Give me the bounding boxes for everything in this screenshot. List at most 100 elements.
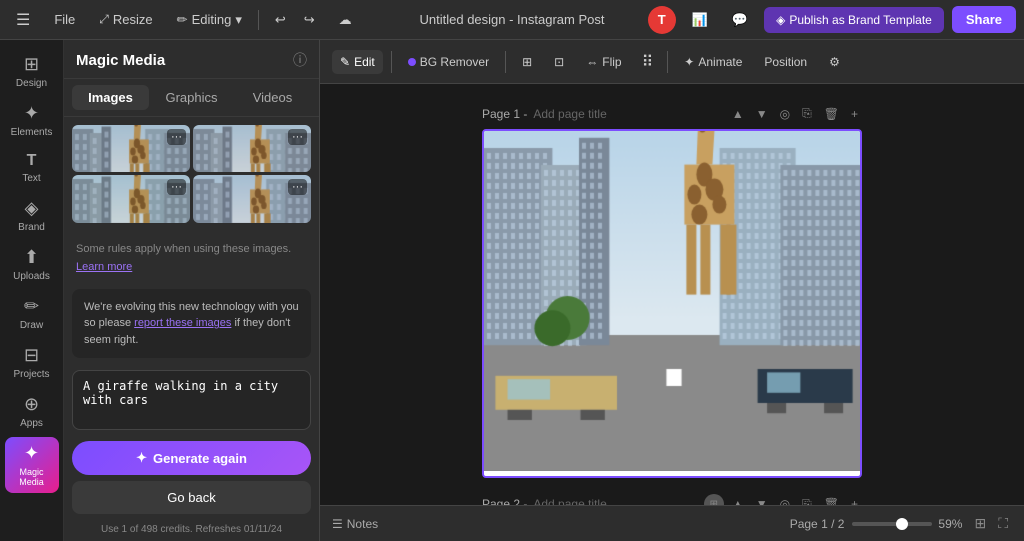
report-link[interactable]: report these images bbox=[134, 317, 231, 329]
page-2-copy-btn[interactable]: ⎘ bbox=[798, 494, 816, 505]
sidebar-item-draw[interactable]: ✏ Draw bbox=[5, 290, 59, 337]
flip-icon: ⇔ bbox=[586, 55, 598, 69]
sidebar-label-projects: Projects bbox=[13, 369, 49, 380]
doc-title-area: Untitled design - Instagram Post bbox=[420, 12, 605, 27]
sidebar-item-projects[interactable]: ⊟ Projects bbox=[5, 339, 59, 386]
comments-button[interactable]: 💬 bbox=[724, 8, 756, 32]
position-button[interactable]: Position bbox=[756, 50, 815, 74]
page-2-icon-btn[interactable]: ⊞ bbox=[704, 494, 724, 505]
design-icon: ⊞ bbox=[24, 54, 39, 75]
publish-button[interactable]: ◈ Publish as Brand Template bbox=[764, 7, 944, 33]
image-options-3[interactable]: ··· bbox=[167, 179, 186, 195]
page-1-add-btn[interactable]: + bbox=[847, 104, 862, 123]
canvas-area: ✎ Edit BG Remover ⊞ ⊡ ⇔ Flip ⠿ ✦ Animate bbox=[320, 40, 1024, 541]
text-icon: T bbox=[27, 152, 37, 170]
toolbar-sep-2 bbox=[505, 51, 506, 73]
main-layout: ⊞ Design ✦ Elements T Text ◈ Brand ⬆ Upl… bbox=[0, 40, 1024, 541]
image-cell-1[interactable]: ··· bbox=[72, 125, 190, 172]
bg-remover-button[interactable]: BG Remover bbox=[400, 50, 497, 74]
draw-icon: ✏ bbox=[24, 296, 39, 317]
page-1-view-btn[interactable]: ◎ bbox=[776, 104, 794, 123]
sidebar-label-magic-media: Magic Media bbox=[9, 467, 55, 487]
view-buttons: ⊞ ⛶ bbox=[970, 513, 1012, 534]
sidebar-item-uploads[interactable]: ⬆ Uploads bbox=[5, 241, 59, 288]
redo-button[interactable]: ↪ bbox=[296, 8, 323, 32]
crop-button[interactable]: ⊡ bbox=[546, 50, 572, 74]
cloud-save-button[interactable]: ☁ bbox=[331, 8, 360, 32]
magic-media-icon: ✦ bbox=[24, 443, 39, 464]
resize-menu[interactable]: ⤢ Resize bbox=[91, 8, 160, 31]
sidebar-item-apps[interactable]: ⊕ Apps bbox=[5, 388, 59, 435]
sidebar-item-brand[interactable]: ◈ Brand bbox=[5, 192, 59, 239]
animate-icon: ✦ bbox=[684, 55, 694, 69]
sidebar-item-magic-media[interactable]: ✦ Magic Media bbox=[5, 437, 59, 493]
canvas-scroll[interactable]: Page 1 - Add page title ▲ ▼ ◎ ⎘ 🗑 + bbox=[320, 84, 1024, 505]
zoom-percent: 59% bbox=[938, 517, 962, 531]
file-menu[interactable]: File bbox=[46, 8, 83, 31]
page-2-collapse-btn[interactable]: ▲ bbox=[728, 494, 748, 505]
undo-button[interactable]: ↩ bbox=[267, 8, 294, 32]
crop-icon: ⊡ bbox=[554, 55, 564, 69]
image-options-2[interactable]: ··· bbox=[288, 129, 307, 145]
image-cell-2[interactable]: ··· bbox=[193, 125, 311, 172]
resize-icon: ⤢ bbox=[99, 12, 109, 27]
animate-button[interactable]: ✦ Animate bbox=[676, 50, 750, 74]
comment-icon: 💬 bbox=[732, 12, 748, 28]
sidebar-label-design: Design bbox=[16, 78, 47, 89]
edit-icon: ✎ bbox=[340, 55, 350, 69]
page-1-add-title[interactable]: Add page title bbox=[533, 107, 606, 121]
page-1-collapse-btn[interactable]: ▲ bbox=[728, 104, 748, 123]
notes-button[interactable]: ☰ Notes bbox=[332, 517, 378, 531]
image-cell-4[interactable]: ··· bbox=[193, 175, 311, 222]
edit-button[interactable]: ✎ Edit bbox=[332, 50, 383, 74]
sidebar-item-elements[interactable]: ✦ Elements bbox=[5, 97, 59, 144]
notice-text: Some rules apply when using these images… bbox=[76, 243, 291, 273]
page-2-add-title[interactable]: Add page title bbox=[533, 497, 606, 505]
tab-images[interactable]: Images bbox=[72, 85, 149, 110]
sidebar-item-design[interactable]: ⊞ Design bbox=[5, 48, 59, 95]
goback-button[interactable]: Go back bbox=[72, 481, 311, 514]
grid-view-button[interactable]: ⊞ bbox=[970, 513, 990, 534]
page-2-delete-btn[interactable]: 🗑 bbox=[820, 494, 843, 505]
page-1-expand-btn[interactable]: ▼ bbox=[752, 104, 772, 123]
page-1-canvas[interactable] bbox=[482, 129, 862, 478]
zoom-slider-thumb[interactable] bbox=[896, 518, 908, 530]
page-1-copy-btn[interactable]: ⎘ bbox=[798, 104, 816, 123]
page-1-label-row: Page 1 - Add page title ▲ ▼ ◎ ⎘ 🗑 + bbox=[482, 104, 862, 123]
grid-button[interactable]: ⊞ bbox=[514, 50, 540, 74]
image-cell-3[interactable]: ··· bbox=[72, 175, 190, 222]
tab-graphics[interactable]: Graphics bbox=[153, 85, 230, 110]
panel-info-icon[interactable]: ⓘ bbox=[293, 50, 307, 70]
image-grid: ··· ··· ··· ··· bbox=[64, 117, 319, 231]
page-2-view-btn[interactable]: ◎ bbox=[776, 494, 794, 505]
page-2-expand-btn[interactable]: ▼ bbox=[752, 494, 772, 505]
fullscreen-button[interactable]: ⛶ bbox=[994, 513, 1012, 534]
panel-tabs: Images Graphics Videos bbox=[64, 79, 319, 117]
side-panel: Magic Media ⓘ Images Graphics Videos ···… bbox=[64, 40, 320, 541]
more-options-button[interactable]: ⠿ bbox=[636, 48, 660, 76]
flip-button[interactable]: ⇔ Flip bbox=[578, 50, 629, 74]
notes-icon: ☰ bbox=[332, 517, 343, 531]
tab-videos[interactable]: Videos bbox=[234, 85, 311, 110]
page-2-add-btn[interactable]: + bbox=[847, 494, 862, 505]
chevron-down-icon: ▾ bbox=[235, 12, 242, 28]
brand-icon: ◈ bbox=[25, 198, 39, 219]
share-button[interactable]: Share bbox=[952, 6, 1016, 33]
image-options-4[interactable]: ··· bbox=[288, 179, 307, 195]
prompt-input[interactable]: A giraffe walking in a city with cars bbox=[72, 370, 311, 430]
sidebar-label-uploads: Uploads bbox=[13, 271, 50, 282]
chart-button[interactable]: 📊 bbox=[684, 8, 716, 32]
page-1-delete-btn[interactable]: 🗑 bbox=[820, 104, 843, 123]
adjust-icon: ⚙ bbox=[829, 55, 840, 69]
zoom-slider[interactable] bbox=[852, 522, 932, 526]
bottombar-right: Page 1 / 2 59% ⊞ ⛶ bbox=[790, 513, 1012, 534]
sidebar-item-text[interactable]: T Text bbox=[5, 146, 59, 190]
page-2-wrapper: Page 2 - Add page title ⊞ ▲ ▼ ◎ ⎘ 🗑 + bbox=[340, 494, 1004, 505]
generate-button[interactable]: ✦ Generate again bbox=[72, 441, 311, 475]
adjust-button[interactable]: ⚙ bbox=[821, 50, 848, 74]
learn-more-link[interactable]: Learn more bbox=[76, 261, 132, 273]
menu-button[interactable]: ☰ bbox=[8, 6, 38, 34]
sidebar-label-draw: Draw bbox=[20, 320, 43, 331]
editing-menu[interactable]: ✏ Editing ▾ bbox=[169, 8, 250, 32]
image-options-1[interactable]: ··· bbox=[167, 129, 186, 145]
